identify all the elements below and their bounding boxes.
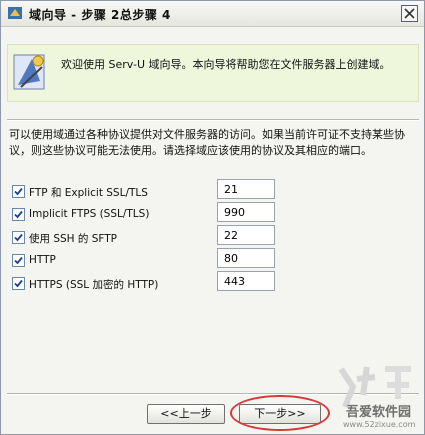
- protocol-row-ftp: FTP 和 Explicit SSL/TLS: [12, 179, 412, 201]
- checkbox-check-icon: [14, 256, 23, 265]
- port-input-http[interactable]: [217, 248, 275, 268]
- protocol-label: 使用 SSH 的 SFTP: [29, 233, 118, 245]
- close-icon: [404, 8, 415, 19]
- checkbox-http[interactable]: [12, 254, 25, 267]
- checkbox-ftps[interactable]: [12, 208, 25, 221]
- protocol-label: HTTPS (SSL 加密的 HTTP): [29, 279, 159, 291]
- port-input-sftp[interactable]: [217, 225, 275, 245]
- protocol-row-ftps: Implicit FTPS (SSL/TLS): [12, 202, 412, 224]
- protocol-label: HTTP: [29, 254, 56, 266]
- checkbox-https[interactable]: [12, 277, 25, 290]
- divider-top: [7, 119, 419, 121]
- port-input-ftps[interactable]: [217, 202, 275, 222]
- protocol-label: Implicit FTPS (SSL/TLS): [29, 208, 150, 220]
- wizard-icon: [13, 54, 45, 90]
- header-text: 欢迎使用 Serv-U 域向导。本向导将帮助您在文件服务器上创建域。: [61, 58, 391, 71]
- checkbox-check-icon: [14, 279, 23, 288]
- port-input-https[interactable]: [217, 271, 275, 291]
- protocol-row-http: HTTP: [12, 248, 412, 270]
- highlight-ellipse: [230, 395, 330, 431]
- protocol-row-https: HTTPS (SSL 加密的 HTTP): [12, 271, 412, 293]
- window-title: 域向导 - 步骤 2总步骤 4: [29, 8, 171, 22]
- watermark-url: www.52zixue.com: [343, 420, 416, 429]
- watermark-text: 吾爱软件园: [346, 405, 412, 420]
- wizard-window: 域向导 - 步骤 2总步骤 4 欢迎使用 Serv-U 域向导。本向导将帮助您在…: [0, 0, 425, 435]
- checkbox-check-icon: [14, 187, 23, 196]
- back-button[interactable]: <<上一步: [147, 404, 225, 424]
- checkbox-sftp[interactable]: [12, 231, 25, 244]
- port-input-ftp[interactable]: [217, 179, 275, 199]
- checkbox-check-icon: [14, 233, 23, 242]
- close-button[interactable]: [401, 5, 418, 22]
- description-text: 可以使用域通过各种协议提供对文件服务器的访问。如果当前许可证不支持某些协议，则这…: [9, 128, 405, 157]
- title-bar: 域向导 - 步骤 2总步骤 4: [1, 1, 424, 27]
- header-panel: 欢迎使用 Serv-U 域向导。本向导将帮助您在文件服务器上创建域。: [7, 44, 419, 102]
- protocol-row-sftp: 使用 SSH 的 SFTP: [12, 225, 412, 247]
- checkbox-ftp[interactable]: [12, 185, 25, 198]
- app-icon: [8, 7, 22, 19]
- protocol-label: FTP 和 Explicit SSL/TLS: [29, 187, 148, 199]
- checkbox-check-icon: [14, 210, 23, 219]
